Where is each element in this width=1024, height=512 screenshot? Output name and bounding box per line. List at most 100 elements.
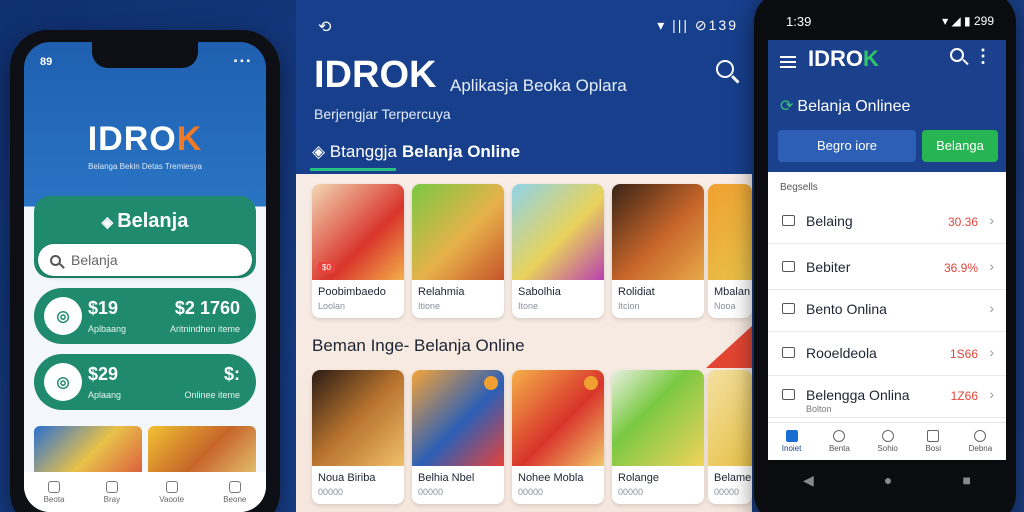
stat-label-secondary: Aritnindhen iteme <box>169 324 240 334</box>
stat-label: Aplbaang <box>88 324 127 334</box>
nav-item[interactable]: Bray <box>104 480 120 504</box>
product-area: $0 Poobimbaedo Loolan Relahmia Itione Sa… <box>296 174 752 512</box>
card-icon <box>782 389 795 400</box>
nav-label: Sohio <box>877 444 898 453</box>
list-item[interactable]: Rooeldeola 1S66 › <box>768 332 1006 376</box>
phone-notch <box>92 42 198 68</box>
list-label: Begsells <box>780 182 818 193</box>
section-title: Beman Inge- Belanja Online <box>312 336 525 355</box>
nav-item[interactable]: Beota <box>43 480 65 504</box>
nav-item-home[interactable]: Inoiet <box>782 430 801 453</box>
stat-card[interactable]: ◎ $29 $: Aplaang Onlinee iteme <box>34 354 256 410</box>
product-title: Rolange <box>618 472 659 484</box>
product-card[interactable]: Belhia Nbel 00000 <box>412 370 504 504</box>
stat-value-secondary: $2 1760 <box>174 298 240 318</box>
nav-item[interactable]: Sohio <box>877 430 898 453</box>
decorative-shape <box>706 326 752 368</box>
rotate-icon[interactable]: ⟲ <box>318 17 331 37</box>
product-subtitle: Itone <box>518 301 539 311</box>
product-title: Poobimbaedo <box>318 286 386 298</box>
item-price: 1S66 <box>949 347 978 361</box>
home-icon <box>785 430 798 442</box>
list-item[interactable]: Belengga Onlina Bolton 1Z66 › <box>768 374 1006 418</box>
product-card[interactable]: Sabolhia Itone <box>512 184 604 318</box>
status-time: 89 <box>40 56 53 68</box>
product-image <box>612 184 704 280</box>
tab-label: Btanggja <box>329 142 397 161</box>
product-card[interactable]: Relahmia Itione <box>412 184 504 318</box>
home-button-icon[interactable]: ● <box>884 472 892 488</box>
item-title: Bento Onlina <box>806 301 887 317</box>
system-nav-bar: ◀ ● ■ <box>768 462 1006 498</box>
nav-item[interactable]: Beone <box>223 480 247 504</box>
card-icon <box>782 347 795 358</box>
product-subtitle: Itione <box>418 301 441 311</box>
product-card[interactable]: Nohee Mobla 00000 <box>512 370 604 504</box>
status-icons: ▾ ◢ ▮ 299 <box>942 14 994 28</box>
search-icon[interactable] <box>716 60 734 78</box>
more-icon[interactable]: ⋮ <box>974 46 992 67</box>
back-icon[interactable]: ◀ <box>803 472 814 489</box>
nav-item[interactable]: Bosi <box>925 430 941 453</box>
list-item[interactable]: Bebiter 36.9% › <box>768 246 1006 290</box>
list-item[interactable]: Belaing 30.36 › <box>768 200 1006 244</box>
search-input[interactable]: Belanja <box>38 244 252 276</box>
nav-label: Beone <box>223 494 247 504</box>
stat-value-secondary: $: <box>223 364 240 384</box>
product-card[interactable]: Mbalan Nooa <box>708 184 752 318</box>
app-header: ⟲ ▾ ||| ⊘139 IDROK Aplikasja Beoka Oplar… <box>296 0 752 174</box>
item-price: 36.9% <box>943 261 978 275</box>
product-card[interactable]: Belame 00000 <box>708 370 752 504</box>
nav-item[interactable]: Debna <box>969 430 992 453</box>
bottom-nav: Beota Bray Vaoote Beone <box>24 472 266 512</box>
chevron-right-icon: › <box>989 212 994 228</box>
nav-item[interactable]: Vaoote <box>159 480 185 504</box>
app-logo: IDROK <box>24 120 266 159</box>
product-title: Belame <box>714 472 752 484</box>
nav-label: Bosi <box>925 444 942 453</box>
nav-label: Benta <box>828 444 850 453</box>
stat-value: $29 <box>88 364 119 384</box>
belanga-button[interactable]: Belanga <box>922 130 998 162</box>
item-title: Bebiter <box>806 259 851 275</box>
menu-icon[interactable] <box>780 56 796 68</box>
tab-belanja-online[interactable]: Belanja Online <box>402 142 520 162</box>
app-title: IDROK <box>314 54 437 96</box>
card-icon <box>782 303 795 314</box>
belanja-label: Belanja <box>117 210 189 232</box>
product-title: Mbalan <box>714 286 751 298</box>
right-phone-screen: IDROK ⋮ ⟳ Belanja Onlinee Begro iore Bela… <box>768 40 1006 460</box>
nav-label: Beota <box>43 494 65 504</box>
product-card[interactable]: Noua Biriba 00000 <box>312 370 404 504</box>
price-badge: $0 <box>318 262 335 273</box>
recents-icon[interactable]: ■ <box>962 472 970 488</box>
item-title: Belengga Onlina <box>806 387 910 403</box>
nav-item[interactable]: Benta <box>829 430 850 453</box>
primary-button[interactable]: Begro iore <box>778 130 916 162</box>
nav-label: Vaoote <box>159 494 185 504</box>
tab-btanggja[interactable]: ◈ Btanggja <box>312 142 397 162</box>
item-price: 1Z66 <box>950 389 978 403</box>
status-icons: ▪ ▪ ▪ <box>233 56 250 67</box>
app-logo: IDROK <box>808 46 879 72</box>
product-card[interactable]: Rolidiat Itcion <box>612 184 704 318</box>
product-subtitle: 00000 <box>318 487 344 497</box>
product-title: Belhia Nbel <box>418 472 475 484</box>
belanja-card[interactable]: ◈ Belanja Belanja <box>34 196 256 278</box>
list-item[interactable]: Bento Onlina › <box>768 288 1006 332</box>
product-subtitle: Loolan <box>318 301 346 311</box>
badge-icon <box>484 376 498 390</box>
cart-icon <box>927 430 940 442</box>
location-icon <box>881 430 894 442</box>
item-title: Belaing <box>806 213 853 229</box>
heading-text: Belanja Onlinee <box>797 98 911 115</box>
product-card[interactable]: Rolange 00000 <box>612 370 704 504</box>
status-time: 1:39 <box>786 14 812 29</box>
search-icon[interactable] <box>950 48 964 62</box>
product-title: Noua Biriba <box>318 472 376 484</box>
card-icon <box>782 261 795 272</box>
logo-k: K <box>863 46 879 71</box>
stat-card[interactable]: ◎ $19 $2 1760 Aplbaang Aritnindhen iteme <box>34 288 256 344</box>
product-image <box>312 370 404 466</box>
product-card[interactable]: $0 Poobimbaedo Loolan <box>312 184 404 318</box>
